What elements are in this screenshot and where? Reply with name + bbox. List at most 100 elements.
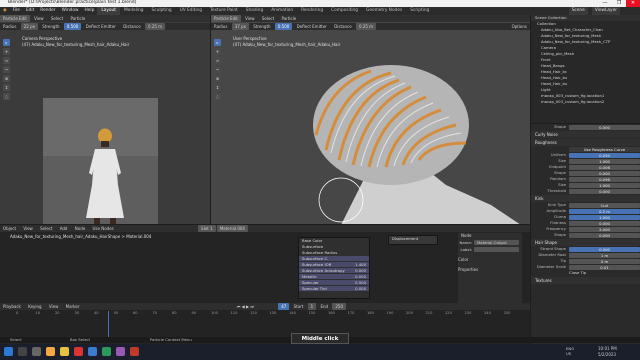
node-view-menu[interactable]: View (20, 225, 36, 232)
clock-time[interactable]: 10:01 PM (598, 347, 617, 351)
app-icon-dark-red[interactable] (130, 347, 139, 356)
bsdf-input-row[interactable]: Specular Tint 0.000 (299, 286, 369, 291)
kink-field[interactable]: 2.000 (569, 226, 640, 232)
node-label-field[interactable] (474, 247, 519, 252)
select-tool-icon[interactable]: ▸ (214, 39, 221, 46)
tab-sculpting[interactable]: Sculpting (148, 7, 176, 15)
length-tool-icon[interactable]: ↕ (214, 84, 221, 91)
add-tool-icon[interactable]: ⊕ (214, 75, 221, 82)
hair-shape-field[interactable]: 1 m (569, 252, 640, 258)
curly-noise-section[interactable]: Curly Noise (531, 131, 640, 138)
tab-uv-editing[interactable]: UV Editing (176, 7, 206, 15)
close-button[interactable]: ✕ (626, 0, 640, 7)
bsdf-input-row[interactable]: Subsurface C. (299, 256, 369, 261)
hair-shape-field[interactable]: 0.01 (569, 264, 640, 270)
timeline-panel[interactable]: Playback Keying View Marker ⏮ ◀ ▶ ⏭ 47 S… (0, 303, 640, 344)
comb-tool-icon[interactable]: ≈ (3, 57, 10, 64)
scene-selector[interactable]: Scene (568, 7, 588, 15)
task-view-icon[interactable] (32, 347, 41, 356)
tab-shading[interactable]: Shading (242, 7, 267, 15)
shader-editor[interactable]: Object View Select Add Node Use Nodes Sl… (0, 225, 530, 303)
tab-modeling[interactable]: Modeling (120, 7, 148, 15)
left-mode-dropdown[interactable]: Particle Edit (0, 15, 30, 22)
right-select-menu[interactable]: Select (259, 15, 277, 22)
bsdf-input-row[interactable]: Subsurface Anisotropy 0.000 (299, 268, 369, 273)
kink-section[interactable]: Kink (531, 195, 640, 202)
photoshop-icon[interactable] (88, 347, 97, 356)
menu-window[interactable]: Window (59, 7, 82, 15)
slot-dropdown[interactable]: Slot 1 (198, 225, 216, 232)
kink-field[interactable]: 0.000 (569, 220, 640, 226)
close-tip-checkbox[interactable]: Close Tip (569, 271, 586, 275)
blender-logo-icon[interactable]: ◉ (0, 7, 10, 15)
cursor-tool-icon[interactable]: + (214, 48, 221, 55)
tab-layout[interactable]: Layout (97, 7, 120, 15)
roughness-field[interactable]: 0.000 (569, 170, 640, 176)
tab-compositing[interactable]: Compositing (327, 7, 362, 15)
roughness-section[interactable]: Roughness (531, 139, 640, 146)
select-tool-icon[interactable]: ▸ (3, 39, 10, 46)
hair-shape-field[interactable]: 0.000 (569, 246, 640, 252)
textures-section[interactable]: Textures (531, 277, 640, 284)
blender-taskbar-icon[interactable] (46, 347, 55, 356)
tab-animation[interactable]: Animation (267, 7, 297, 15)
node-add-menu[interactable]: Add (57, 225, 71, 232)
app-icon-purple[interactable] (116, 347, 125, 356)
minimize-button[interactable]: — (598, 0, 612, 7)
outliner-item[interactable]: macap_003_custom_fig.location2 (531, 99, 640, 105)
bsdf-input-row[interactable]: Base Color (299, 238, 369, 243)
principled-bsdf-node[interactable]: Base Color Subsurface Subsurface Radius Sub… (298, 237, 370, 299)
playback-menu[interactable]: Playback (0, 303, 24, 310)
bsdf-input-row[interactable]: Metallic 0.000 (299, 274, 369, 279)
right-strength-field[interactable]: 0.500 (274, 23, 293, 30)
left-distance-field[interactable]: 0.25 m (145, 23, 166, 30)
roughness-field[interactable]: 0.096 (569, 176, 640, 182)
language-indicator[interactable]: ENG US (566, 346, 574, 356)
marker-menu[interactable]: Marker (63, 303, 83, 310)
roughness-field[interactable]: 1.000 (569, 182, 640, 188)
maximize-button[interactable]: ❐ (612, 0, 626, 7)
kink-field[interactable]: 0.2 m (569, 208, 640, 214)
displacement-node[interactable]: Displacement (388, 235, 438, 245)
roughness-field[interactable]: 1.000 (569, 158, 640, 164)
roughness-field[interactable]: 0.000 (569, 188, 640, 194)
right-distance-field[interactable]: 0.25 m (356, 23, 377, 30)
view-layer-selector[interactable]: ViewLayer (591, 7, 620, 15)
use-roughness-curve-checkbox[interactable]: Use Roughness Curve (569, 146, 640, 152)
tab-rendering[interactable]: Rendering (297, 7, 327, 15)
right-particle-menu[interactable]: Particle (278, 15, 299, 22)
bsdf-input-row[interactable]: Subsurface Radius (299, 250, 369, 255)
right-view-menu[interactable]: View (242, 15, 258, 22)
bsdf-input-row[interactable]: Subsurface (299, 244, 369, 249)
node-name-field[interactable]: Material Output (474, 240, 519, 245)
cursor-tool-icon[interactable]: + (3, 48, 10, 55)
roughness-field[interactable]: 0.006 (569, 164, 640, 170)
right-mode-dropdown[interactable]: Particle Edit (211, 15, 241, 22)
material-selector[interactable]: Material.004 (216, 225, 248, 232)
file-explorer-icon[interactable] (60, 347, 69, 356)
node-color-toggle[interactable]: Color (458, 257, 522, 263)
menu-help[interactable]: Help (82, 7, 98, 15)
left-viewport[interactable]: Particle Edit View Select Particle Radiu… (0, 15, 210, 224)
menu-file[interactable]: File (10, 7, 23, 15)
bsdf-input-row[interactable]: Specular 0.500 (299, 280, 369, 285)
kink-type-dropdown[interactable]: Curl (569, 202, 640, 208)
clock-date[interactable]: 5/2/2023 (598, 353, 616, 357)
left-particle-menu[interactable]: Particle (67, 15, 88, 22)
left-radius-field[interactable]: 22 px (20, 23, 38, 30)
right-options-dropdown[interactable]: Options (509, 23, 530, 30)
left-view-menu[interactable]: View (31, 15, 47, 22)
tab-geometry-nodes[interactable]: Geometry Nodes (362, 7, 406, 15)
length-tool-icon[interactable]: ↕ (3, 84, 10, 91)
smooth-tool-icon[interactable]: ~ (214, 66, 221, 73)
right-radius-field[interactable]: 37 px (231, 23, 249, 30)
kink-field[interactable]: 0.000 (569, 232, 640, 238)
puff-tool-icon[interactable]: ◌ (214, 93, 221, 100)
timeline-view-menu[interactable]: View (46, 303, 62, 310)
left-deflect-checkbox[interactable]: Deflect Emitter (83, 23, 119, 30)
search-icon[interactable] (18, 347, 27, 356)
bsdf-input-row[interactable]: Subsurface IOR 1.400 (299, 262, 369, 267)
windows-start-icon[interactable] (4, 347, 13, 356)
left-select-menu[interactable]: Select (48, 15, 66, 22)
use-nodes-checkbox[interactable]: Use Nodes (89, 225, 116, 232)
